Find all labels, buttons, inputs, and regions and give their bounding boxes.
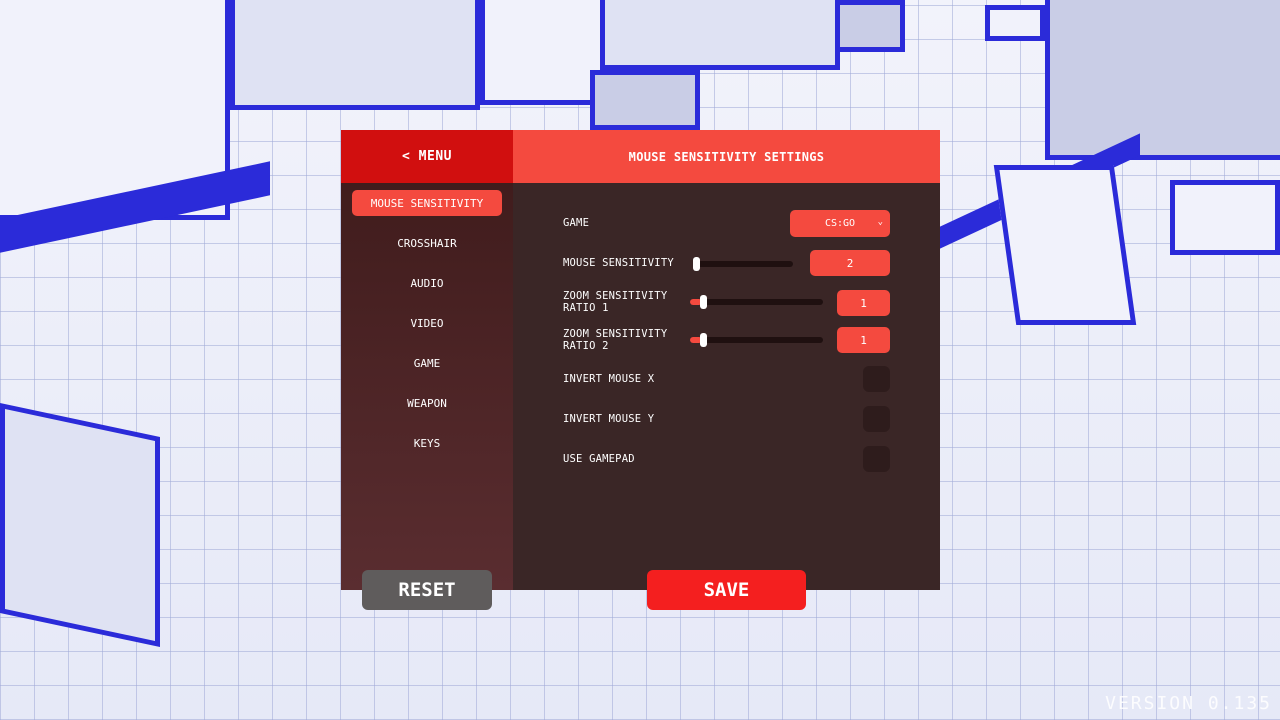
game-select[interactable]: CS:GO ⌄ (790, 210, 890, 237)
nav-item-crosshair[interactable]: CROSSHAIR (352, 230, 502, 256)
use-gamepad-checkbox[interactable] (863, 446, 890, 472)
slider-handle[interactable] (700, 295, 707, 309)
chevron-down-icon: ⌄ (877, 217, 883, 227)
nav-item-mouse-sensitivity[interactable]: MOUSE SENSITIVITY (352, 190, 502, 216)
scene-wall (1045, 0, 1280, 160)
slider-handle[interactable] (700, 333, 707, 347)
version-label: VERSION 0.135 (1105, 693, 1272, 714)
scene-wall (600, 0, 840, 70)
nav-item-video[interactable]: VIDEO (352, 310, 502, 336)
game-select-value: CS:GO (824, 218, 856, 229)
game-label: GAME (563, 217, 590, 229)
zoom-ratio-2-label: ZOOM SENSITIVITY RATIO 2 (563, 328, 667, 352)
scene-box (993, 165, 1137, 325)
back-to-menu-button[interactable]: < MENU (341, 130, 513, 183)
invert-mouse-y-label: INVERT MOUSE Y (563, 413, 655, 425)
reset-button[interactable]: RESET (362, 570, 492, 610)
nav-item-keys[interactable]: KEYS (352, 430, 502, 456)
settings-panel: < MENU MOUSE SENSITIVITY SETTINGS MOUSE … (341, 130, 940, 590)
zoom-ratio-2-label-line2: RATIO 2 (563, 340, 609, 352)
zoom-ratio-1-value[interactable]: 1 (837, 290, 890, 316)
zoom-ratio-1-label-line2: RATIO 1 (563, 302, 609, 314)
invert-mouse-x-label: INVERT MOUSE X (563, 373, 655, 385)
nav-item-game[interactable]: GAME (352, 350, 502, 376)
zoom-ratio-1-label: ZOOM SENSITIVITY RATIO 1 (563, 290, 667, 314)
zoom-ratio-2-label-line1: ZOOM SENSITIVITY (563, 328, 668, 340)
scene-wall (230, 0, 480, 110)
invert-mouse-y-checkbox[interactable] (863, 406, 890, 432)
zoom-ratio-1-label-line1: ZOOM SENSITIVITY (563, 290, 668, 302)
scene-box (985, 5, 1045, 41)
nav-item-audio[interactable]: AUDIO (352, 270, 502, 296)
version-number: 0.135 (1207, 693, 1272, 714)
zoom-ratio-2-value[interactable]: 1 (837, 327, 890, 353)
mouse-sensitivity-slider[interactable] (693, 257, 793, 271)
scene-box (835, 0, 905, 52)
zoom-ratio-2-slider[interactable] (690, 333, 823, 347)
scene-ramp (590, 70, 700, 130)
mouse-sensitivity-value[interactable]: 2 (810, 250, 890, 276)
zoom-ratio-1-slider[interactable] (690, 295, 823, 309)
version-text: VERSION (1105, 693, 1195, 714)
slider-handle[interactable] (693, 257, 700, 271)
scene-box (0, 402, 160, 648)
panel-title: MOUSE SENSITIVITY SETTINGS (513, 130, 940, 183)
invert-mouse-x-checkbox[interactable] (863, 366, 890, 392)
mouse-sensitivity-label: MOUSE SENSITIVITY (563, 257, 674, 269)
nav-item-weapon[interactable]: WEAPON (352, 390, 502, 416)
scene-box (1170, 180, 1280, 255)
save-button[interactable]: SAVE (647, 570, 806, 610)
use-gamepad-label: USE GAMEPAD (563, 453, 635, 465)
